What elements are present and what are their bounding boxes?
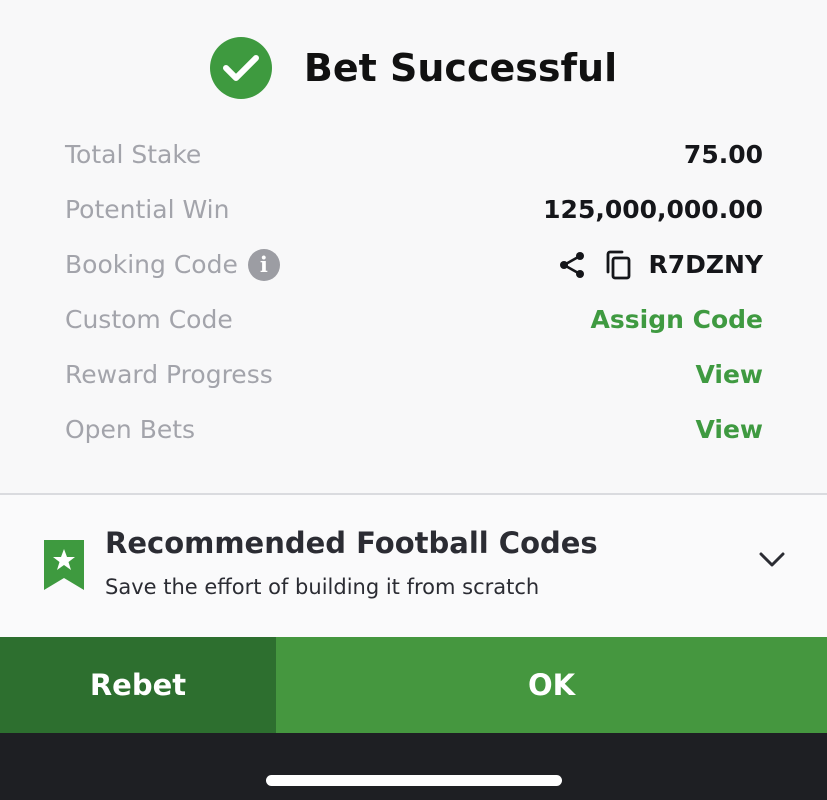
assign-code-link[interactable]: Assign Code	[591, 305, 763, 334]
check-circle-icon	[209, 37, 272, 99]
potential-win-value: 125,000,000.00	[543, 195, 763, 224]
booking-code-value: R7DZNY	[648, 250, 763, 279]
potential-win-label: Potential Win	[65, 195, 230, 224]
recommended-subtitle: Save the effort of building it from scra…	[105, 575, 540, 599]
home-indicator[interactable]	[266, 775, 562, 786]
total-stake-row: Total Stake 75.00	[65, 127, 763, 182]
reward-progress-label: Reward Progress	[65, 360, 273, 389]
rebet-button[interactable]: Rebet	[0, 637, 276, 733]
booking-code-label-group: Booking Code i	[65, 248, 280, 281]
reward-progress-row: Reward Progress View	[65, 347, 763, 402]
page-title: Bet Successful	[303, 46, 618, 90]
custom-code-row: Custom Code Assign Code	[65, 292, 763, 347]
booking-code-row: Booking Code i R7DZNY	[65, 237, 763, 292]
chevron-down-icon[interactable]	[759, 552, 785, 572]
total-stake-label: Total Stake	[65, 140, 202, 169]
recommended-title: Recommended Football Codes	[105, 526, 598, 560]
booking-code-label: Booking Code	[65, 250, 238, 279]
ok-button[interactable]: OK	[276, 637, 827, 733]
open-bets-row: Open Bets View	[65, 402, 763, 457]
bookmark-star-icon	[44, 540, 84, 594]
copy-icon[interactable]	[602, 249, 634, 281]
bet-details: Total Stake 75.00 Potential Win 125,000,…	[65, 127, 763, 457]
custom-code-label: Custom Code	[65, 305, 233, 334]
potential-win-row: Potential Win 125,000,000.00	[65, 182, 763, 237]
success-header: Bet Successful	[0, 36, 827, 100]
share-icon[interactable]	[556, 249, 588, 281]
booking-code-value-group: R7DZNY	[556, 249, 763, 281]
reward-progress-view-link[interactable]: View	[695, 360, 763, 389]
system-bottom-bar	[0, 733, 827, 800]
open-bets-view-link[interactable]: View	[695, 415, 763, 444]
action-buttons: Rebet OK	[0, 637, 827, 733]
recommended-codes-panel[interactable]: Recommended Football Codes Save the effo…	[0, 495, 827, 637]
open-bets-label: Open Bets	[65, 415, 196, 444]
total-stake-value: 75.00	[683, 140, 763, 169]
bet-success-sheet: Bet Successful Total Stake 75.00 Potenti…	[0, 0, 827, 800]
info-icon[interactable]: i	[247, 248, 280, 281]
